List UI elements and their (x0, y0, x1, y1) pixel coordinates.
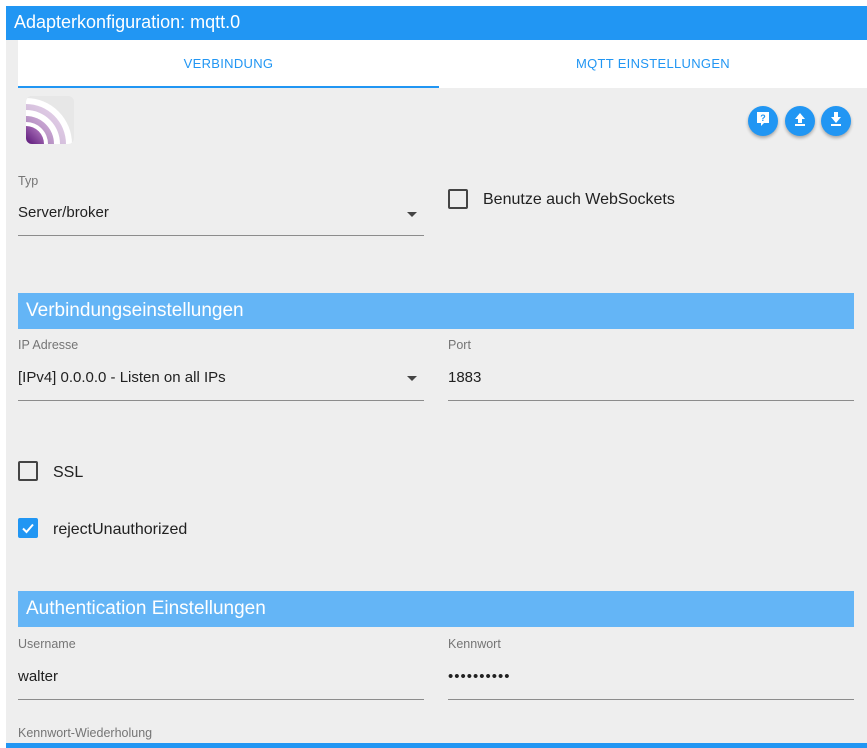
tab-mqtt-einstellungen[interactable]: MQTT EINSTELLUNGEN (439, 40, 867, 88)
ip-select[interactable]: [IPv4] 0.0.0.0 - Listen on all IPs (18, 358, 424, 401)
reject-unauthorized-checkbox[interactable] (18, 518, 38, 538)
ssl-checkbox[interactable] (18, 461, 38, 481)
password-underline (448, 699, 854, 700)
websockets-checkbox[interactable] (448, 189, 468, 209)
websockets-label: Benutze auch WebSockets (483, 191, 675, 208)
port-label: Port (448, 338, 471, 352)
username-value: walter (18, 668, 59, 685)
password-label: Kennwort (448, 637, 501, 651)
reject-unauthorized-label: rejectUnauthorized (53, 521, 188, 538)
chevron-down-icon (407, 212, 417, 217)
ip-underline (18, 400, 424, 401)
config-panel: VERBINDUNG MQTT EINSTELLUNGEN ? Typ Serv… (6, 40, 867, 748)
ip-label: IP Adresse (18, 338, 79, 352)
username-input[interactable]: walter (18, 657, 424, 700)
ip-value: [IPv4] 0.0.0.0 - Listen on all IPs (18, 369, 226, 386)
mqtt-adapter-logo (26, 96, 74, 144)
password-repeat-label: Kennwort-Wiederholung (18, 726, 153, 740)
ssl-label: SSL (53, 464, 84, 481)
window-title: Adapterkonfiguration: mqtt.0 (14, 12, 241, 32)
username-underline (18, 699, 424, 700)
download-icon (828, 111, 844, 132)
port-input[interactable]: 1883 (448, 358, 854, 401)
help-button[interactable]: ? (748, 106, 778, 136)
type-label: Typ (18, 174, 39, 188)
password-value: •••••••••• (448, 668, 511, 685)
checkmark-icon (22, 523, 34, 534)
type-underline (18, 235, 424, 236)
connection-section-header: Verbindungseinstellungen (18, 293, 854, 329)
chevron-down-icon (407, 376, 417, 381)
connection-section-title: Verbindungseinstellungen (26, 300, 244, 321)
download-button[interactable] (821, 106, 851, 136)
type-select[interactable]: Server/broker (18, 194, 424, 236)
type-value: Server/broker (18, 204, 109, 221)
upload-icon (792, 111, 808, 132)
password-input[interactable]: •••••••••• (448, 657, 854, 700)
username-label: Username (18, 637, 76, 651)
tab-bar: VERBINDUNG MQTT EINSTELLUNGEN (18, 40, 867, 88)
upload-button[interactable] (785, 106, 815, 136)
auth-section-header: Authentication Einstellungen (18, 591, 854, 627)
tab-verbindung[interactable]: VERBINDUNG (18, 40, 439, 88)
window-titlebar: Adapterkonfiguration: mqtt.0 (6, 6, 867, 40)
active-tab-indicator (18, 86, 439, 88)
port-underline (448, 400, 854, 401)
bottom-bar (6, 743, 867, 748)
auth-section-title: Authentication Einstellungen (26, 598, 266, 619)
port-value: 1883 (448, 369, 482, 386)
help-icon: ? (755, 111, 771, 132)
svg-text:?: ? (760, 113, 766, 123)
